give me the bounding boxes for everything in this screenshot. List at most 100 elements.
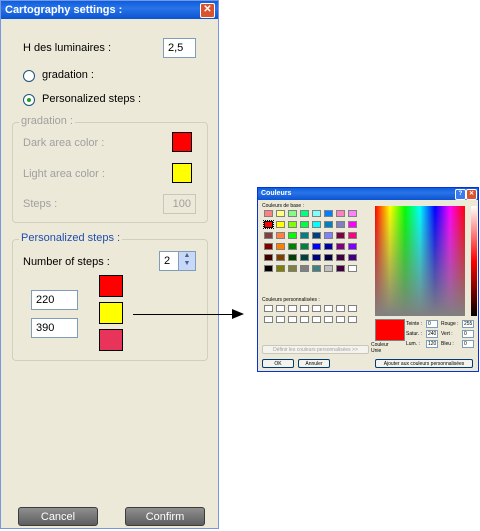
- basic-color-cell[interactable]: [312, 221, 321, 228]
- basic-color-cell[interactable]: [348, 221, 357, 228]
- cancel-button[interactable]: Cancel: [18, 507, 98, 526]
- custom-color-cell[interactable]: [276, 305, 285, 312]
- basic-color-cell[interactable]: [336, 221, 345, 228]
- basic-color-cell[interactable]: [324, 210, 333, 217]
- basic-color-cell[interactable]: [324, 232, 333, 239]
- light-area-color-swatch[interactable]: [172, 163, 192, 183]
- couleurs-title: Couleurs: [261, 190, 292, 197]
- step-value-input-1[interactable]: 220: [31, 290, 78, 310]
- stepper-arrows-icon[interactable]: ▲ ▼: [178, 252, 195, 270]
- dark-area-color-swatch[interactable]: [172, 132, 192, 152]
- basic-color-cell[interactable]: [348, 265, 357, 272]
- step-color-swatch-1[interactable]: [99, 275, 123, 297]
- step-color-swatch-2[interactable]: [99, 302, 123, 324]
- couleurs-title-bar[interactable]: Couleurs ? ✕: [258, 188, 478, 200]
- basic-color-cell[interactable]: [324, 243, 333, 250]
- basic-color-cell[interactable]: [336, 210, 345, 217]
- basic-color-cell[interactable]: [264, 210, 273, 217]
- custom-color-cell[interactable]: [300, 316, 309, 323]
- basic-color-cell[interactable]: [288, 254, 297, 261]
- basic-color-cell[interactable]: [264, 254, 273, 261]
- basic-color-cell[interactable]: [312, 243, 321, 250]
- gradation-radio[interactable]: [23, 70, 35, 82]
- luminance-bar[interactable]: [471, 206, 477, 316]
- basic-color-cell[interactable]: [324, 221, 333, 228]
- basic-color-cell[interactable]: [336, 243, 345, 250]
- basic-color-cell[interactable]: [288, 210, 297, 217]
- basic-color-cell[interactable]: [348, 232, 357, 239]
- custom-color-cell[interactable]: [276, 316, 285, 323]
- teinte-input[interactable]: 0: [426, 320, 438, 328]
- close-icon[interactable]: ✕: [200, 3, 215, 18]
- basic-color-cell[interactable]: [263, 220, 274, 229]
- basic-color-cell[interactable]: [312, 265, 321, 272]
- gradation-radio-label[interactable]: gradation :: [42, 69, 94, 81]
- basic-color-cell[interactable]: [336, 265, 345, 272]
- annuler-button[interactable]: Annuler: [298, 359, 330, 368]
- basic-color-cell[interactable]: [348, 254, 357, 261]
- custom-color-cell[interactable]: [312, 316, 321, 323]
- rouge-input[interactable]: 255: [462, 320, 474, 328]
- vert-input[interactable]: 0: [462, 330, 474, 338]
- custom-color-cell[interactable]: [348, 316, 357, 323]
- basic-color-cell[interactable]: [276, 243, 285, 250]
- basic-color-cell[interactable]: [300, 232, 309, 239]
- basic-color-cell[interactable]: [288, 232, 297, 239]
- basic-color-cell[interactable]: [312, 232, 321, 239]
- custom-color-cell[interactable]: [312, 305, 321, 312]
- satur-input[interactable]: 240: [426, 330, 438, 338]
- basic-color-cell[interactable]: [324, 265, 333, 272]
- step-value-input-2[interactable]: 390: [31, 318, 78, 338]
- basic-color-cell[interactable]: [300, 265, 309, 272]
- step-color-swatch-3[interactable]: [99, 329, 123, 351]
- basic-color-cell[interactable]: [264, 232, 273, 239]
- basic-color-cell[interactable]: [324, 254, 333, 261]
- number-of-steps-stepper[interactable]: 2 ▲ ▼: [159, 251, 196, 271]
- basic-color-cell[interactable]: [300, 221, 309, 228]
- confirm-button[interactable]: Confirm: [125, 507, 205, 526]
- ok-button[interactable]: OK: [262, 359, 294, 368]
- steps-input[interactable]: 100: [163, 194, 196, 214]
- basic-color-cell[interactable]: [300, 254, 309, 261]
- basic-color-cell[interactable]: [348, 210, 357, 217]
- custom-color-cell[interactable]: [348, 305, 357, 312]
- custom-color-cell[interactable]: [288, 305, 297, 312]
- bleu-input[interactable]: 0: [462, 340, 474, 348]
- basic-color-cell[interactable]: [288, 221, 297, 228]
- basic-color-cell[interactable]: [300, 243, 309, 250]
- custom-color-cell[interactable]: [300, 305, 309, 312]
- custom-color-cell[interactable]: [264, 305, 273, 312]
- cartography-title-bar[interactable]: Cartography settings : ✕: [1, 1, 218, 19]
- basic-color-cell[interactable]: [312, 254, 321, 261]
- basic-color-cell[interactable]: [276, 221, 285, 228]
- personalized-steps-radio[interactable]: [23, 94, 35, 106]
- basic-color-cell[interactable]: [264, 243, 273, 250]
- basic-color-cell[interactable]: [276, 210, 285, 217]
- basic-color-cell[interactable]: [288, 265, 297, 272]
- custom-color-cell[interactable]: [336, 316, 345, 323]
- custom-color-cell[interactable]: [324, 305, 333, 312]
- luminance-pointer-icon[interactable]: [478, 255, 479, 261]
- basic-color-cell[interactable]: [336, 232, 345, 239]
- color-spectrum[interactable]: [375, 206, 465, 316]
- lum-input[interactable]: 120: [426, 340, 438, 348]
- basic-color-cell[interactable]: [264, 265, 273, 272]
- basic-color-cell[interactable]: [336, 254, 345, 261]
- basic-color-cell[interactable]: [276, 232, 285, 239]
- h-luminaires-input[interactable]: 2,5: [163, 38, 196, 58]
- basic-color-cell[interactable]: [300, 210, 309, 217]
- basic-color-cell[interactable]: [312, 210, 321, 217]
- personalized-steps-radio-label[interactable]: Personalized steps :: [42, 93, 141, 105]
- add-custom-colors-button[interactable]: Ajouter aux couleurs personnalisées: [375, 359, 473, 368]
- custom-color-cell[interactable]: [324, 316, 333, 323]
- custom-color-cell[interactable]: [336, 305, 345, 312]
- basic-color-cell[interactable]: [276, 265, 285, 272]
- help-icon[interactable]: ?: [455, 189, 466, 200]
- basic-color-cell[interactable]: [276, 254, 285, 261]
- basic-color-cell[interactable]: [348, 243, 357, 250]
- custom-color-cell[interactable]: [288, 316, 297, 323]
- close-icon[interactable]: ✕: [466, 189, 477, 200]
- basic-color-cell[interactable]: [288, 243, 297, 250]
- custom-color-cell[interactable]: [264, 316, 273, 323]
- define-custom-colors-button[interactable]: Définir les couleurs personnalisées >>: [262, 345, 369, 354]
